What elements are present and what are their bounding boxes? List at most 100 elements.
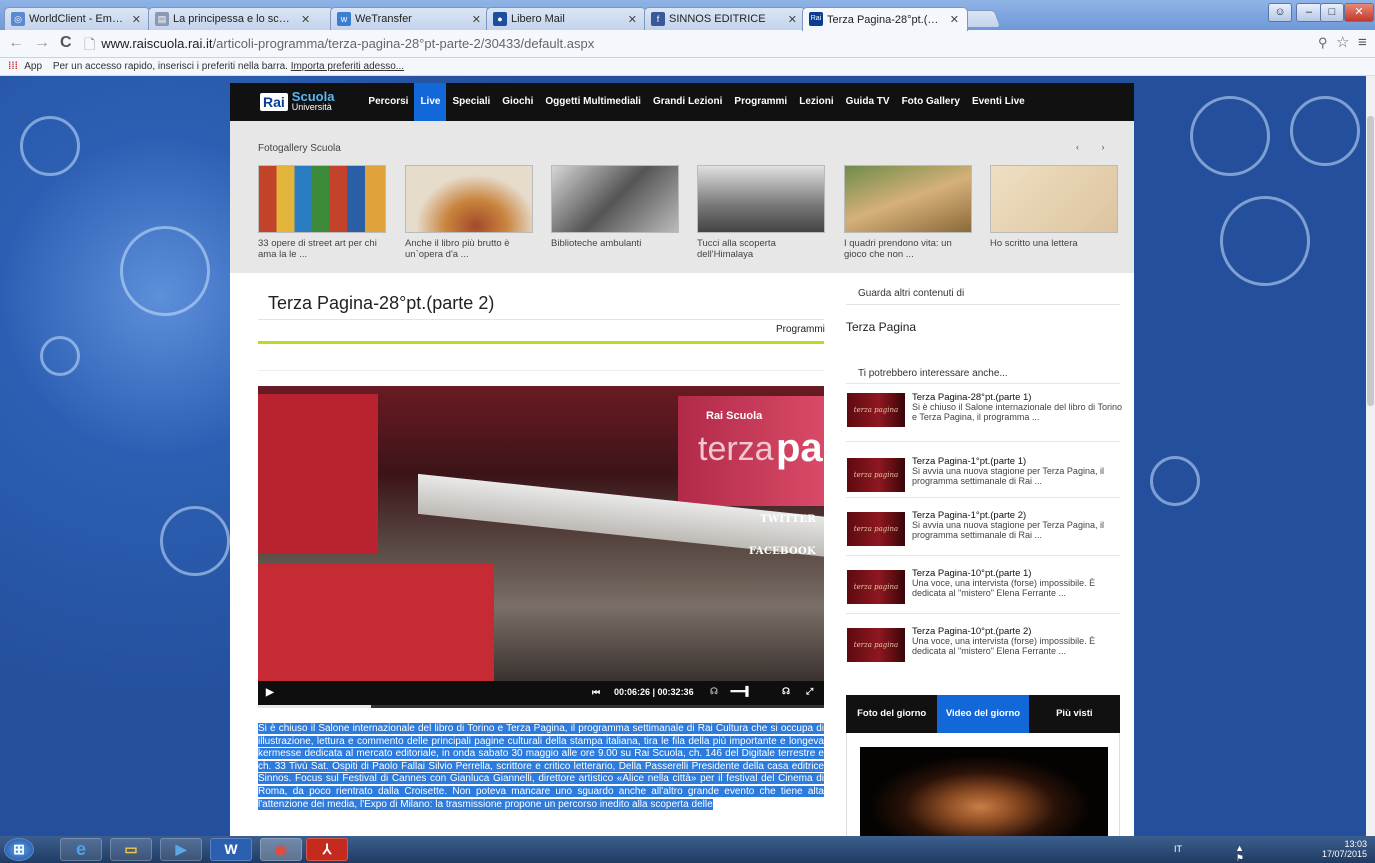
related-thumb: terza pagina <box>847 570 905 604</box>
close-icon[interactable]: ✕ <box>132 13 141 26</box>
start-button[interactable]: ⊞ <box>4 838 34 861</box>
related-desc: Una voce, una intervista (forse) impossi… <box>912 636 1096 656</box>
word-icon[interactable]: W <box>210 838 252 861</box>
skip-back-icon[interactable]: ⏮ <box>592 687 600 698</box>
video-progress[interactable] <box>258 705 824 708</box>
import-bookmarks-link[interactable]: Importa preferiti adesso... <box>291 61 404 72</box>
related-desc: Una voce, una intervista (forse) impossi… <box>912 578 1096 598</box>
gallery-caption: Biblioteche ambulanti <box>551 238 642 249</box>
gallery-image <box>258 165 386 233</box>
media-player-icon[interactable]: ▶ <box>160 838 202 861</box>
tab-principessa[interactable]: ▤ La principessa e lo schelet ✕ <box>148 7 334 30</box>
close-icon[interactable]: ✕ <box>628 13 637 26</box>
related-item[interactable]: terza pagina Terza Pagina-10°pt.(parte 2… <box>846 613 1120 671</box>
back-arrow-icon[interactable]: ← <box>8 34 24 52</box>
ie-icon[interactable]: e <box>60 838 102 861</box>
scrollbar-thumb[interactable] <box>1367 116 1374 406</box>
related-item[interactable]: terza pagina Terza Pagina-10°pt.(parte 1… <box>846 555 1120 613</box>
tab-foto-del-giorno[interactable]: Foto del giorno <box>846 695 937 733</box>
gallery-image <box>551 165 679 233</box>
nav-eventi-live[interactable]: Eventi Live <box>966 83 1031 121</box>
fullscreen-icon[interactable]: ⤢ <box>806 686 813 697</box>
volume-slider[interactable]: ▪▪▪▪▪▪▪▌ <box>730 686 752 696</box>
tab-video-del-giorno[interactable]: Video del giorno <box>937 695 1029 733</box>
acrobat-icon[interactable]: ⅄ <box>306 838 348 861</box>
page-icon: 🗋 <box>84 36 96 52</box>
nav-grandi-lezioni[interactable]: Grandi Lezioni <box>647 83 728 121</box>
bubble <box>40 336 80 376</box>
reload-icon[interactable]: C <box>60 34 72 52</box>
nav-giochi[interactable]: Giochi <box>496 83 539 121</box>
related-item[interactable]: terza pagina Terza Pagina-1°pt.(parte 2)… <box>846 497 1120 555</box>
tab-piu-visti[interactable]: Più visti <box>1029 695 1120 733</box>
video-player[interactable]: Rai Scuola terza pa TWITTER FACEBOOK <box>258 386 824 681</box>
related-desc: Si avvia una nuova stagione per Terza Pa… <box>912 520 1104 540</box>
nav-oggetti-multimediali[interactable]: Oggetti Multimediali <box>539 83 647 121</box>
close-icon[interactable]: ✕ <box>788 13 797 26</box>
clock-date[interactable]: 17/07/2015 <box>1322 849 1367 859</box>
video-del-giorno-image[interactable] <box>860 747 1108 836</box>
gallery-item[interactable]: 33 opere di street art per chi ama la le… <box>258 165 386 260</box>
minimize-button[interactable]: – <box>1296 3 1322 22</box>
tab-libero[interactable]: ● Libero Mail ✕ <box>486 7 646 30</box>
gallery-arrows[interactable]: ‹ › <box>1076 142 1115 152</box>
tab-wetransfer[interactable]: w WeTransfer ✕ <box>330 7 490 30</box>
user-icon[interactable]: ☺ <box>1268 3 1292 22</box>
nav-menu: Percorsi Live Speciali Giochi Oggetti Mu… <box>362 83 1030 121</box>
maximize-button[interactable]: □ <box>1320 3 1344 22</box>
twitter-share[interactable]: TWITTER <box>760 514 816 525</box>
related-thumb: terza pagina <box>847 628 905 662</box>
close-window-button[interactable]: ✕ <box>1344 3 1374 22</box>
nav-speciali[interactable]: Speciali <box>446 83 496 121</box>
logo-scuola: Scuola <box>291 89 335 104</box>
program-link[interactable]: Terza Pagina <box>846 320 916 334</box>
gallery-item[interactable]: Biblioteche ambulanti <box>551 165 679 249</box>
url-path: /articoli-programma/terza-pagina-28°pt-p… <box>212 36 595 51</box>
nav-foto-gallery[interactable]: Foto Gallery <box>896 83 966 121</box>
close-icon[interactable]: ✕ <box>301 13 310 26</box>
gallery-item[interactable]: Anche il libro più brutto è un`opera d'a… <box>405 165 533 260</box>
terzapagina-watermark: terza <box>698 430 774 468</box>
apps-label[interactable]: App <box>24 61 42 72</box>
nav-lezioni[interactable]: Lezioni <box>793 83 839 121</box>
volume-icon[interactable]: ☊ <box>710 686 718 697</box>
gallery-item[interactable]: Tucci alla scoperta dell'Himalaya <box>697 165 825 260</box>
nav-guida-tv[interactable]: Guida TV <box>840 83 896 121</box>
tab-strip: ◎ WorldClient - Emanuela C ✕ ▤ La princi… <box>0 0 1375 31</box>
related-item[interactable]: terza pagina Terza Pagina-28°pt.(parte 1… <box>846 383 1122 441</box>
gallery-item[interactable]: Ho scritto una lettera <box>990 165 1118 249</box>
nav-programmi[interactable]: Programmi <box>728 83 793 121</box>
apps-icon[interactable]: ⁞⁞⁞ <box>8 61 18 72</box>
close-icon[interactable]: ✕ <box>472 13 481 26</box>
rai-scuola-logo[interactable]: Rai Scuola Università <box>260 83 334 121</box>
chrome-icon[interactable]: ◉ <box>260 838 302 861</box>
headphones-icon[interactable]: ☊ <box>782 686 790 697</box>
video-time: 00:06:26 | 00:32:36 <box>614 687 694 697</box>
nav-live[interactable]: Live <box>414 83 447 121</box>
close-icon[interactable]: ✕ <box>950 13 959 26</box>
tab-worldclient[interactable]: ◎ WorldClient - Emanuela C ✕ <box>4 7 150 30</box>
article-body-text: Si è chiuso il Salone internazionale del… <box>258 723 824 810</box>
forward-arrow-icon[interactable]: → <box>34 34 50 52</box>
star-icon[interactable]: ☆ <box>1336 34 1349 52</box>
system-tray: IT ▲ ⚑ ▦ ▯ 13:03 17/07/2015 <box>1174 839 1367 863</box>
related-thumb: terza pagina <box>847 512 905 546</box>
divider <box>258 319 824 320</box>
tray-icons[interactable]: ▲ ⚑ ▦ ▯ <box>1235 843 1247 863</box>
rai-scuola-watermark: Rai Scuola <box>706 410 763 422</box>
play-icon[interactable]: ▶ <box>266 687 274 698</box>
zoom-icon[interactable]: ⚲ <box>1318 34 1328 52</box>
address-bar[interactable]: 🗋 www.raiscuola.rai.it /articoli-program… <box>84 34 1284 54</box>
category-link[interactable]: Programmi <box>776 324 825 335</box>
menu-icon[interactable]: ≡ <box>1358 34 1367 52</box>
tab-label: Libero Mail <box>511 13 565 25</box>
explorer-icon[interactable]: ▭ <box>110 838 152 861</box>
tab-terza-pagina[interactable]: Rai Terza Pagina-28°pt.(parte ✕ <box>802 7 968 31</box>
scrollbar[interactable] <box>1366 76 1375 836</box>
nav-percorsi[interactable]: Percorsi <box>362 83 414 121</box>
tab-sinnos[interactable]: f SINNOS EDITRICE ✕ <box>644 7 806 30</box>
facebook-share[interactable]: FACEBOOK <box>749 546 816 557</box>
language-indicator[interactable]: IT <box>1174 844 1182 854</box>
gallery-item[interactable]: I quadri prendono vita: un gioco che non… <box>844 165 972 260</box>
clock-time[interactable]: 13:03 <box>1322 839 1367 849</box>
